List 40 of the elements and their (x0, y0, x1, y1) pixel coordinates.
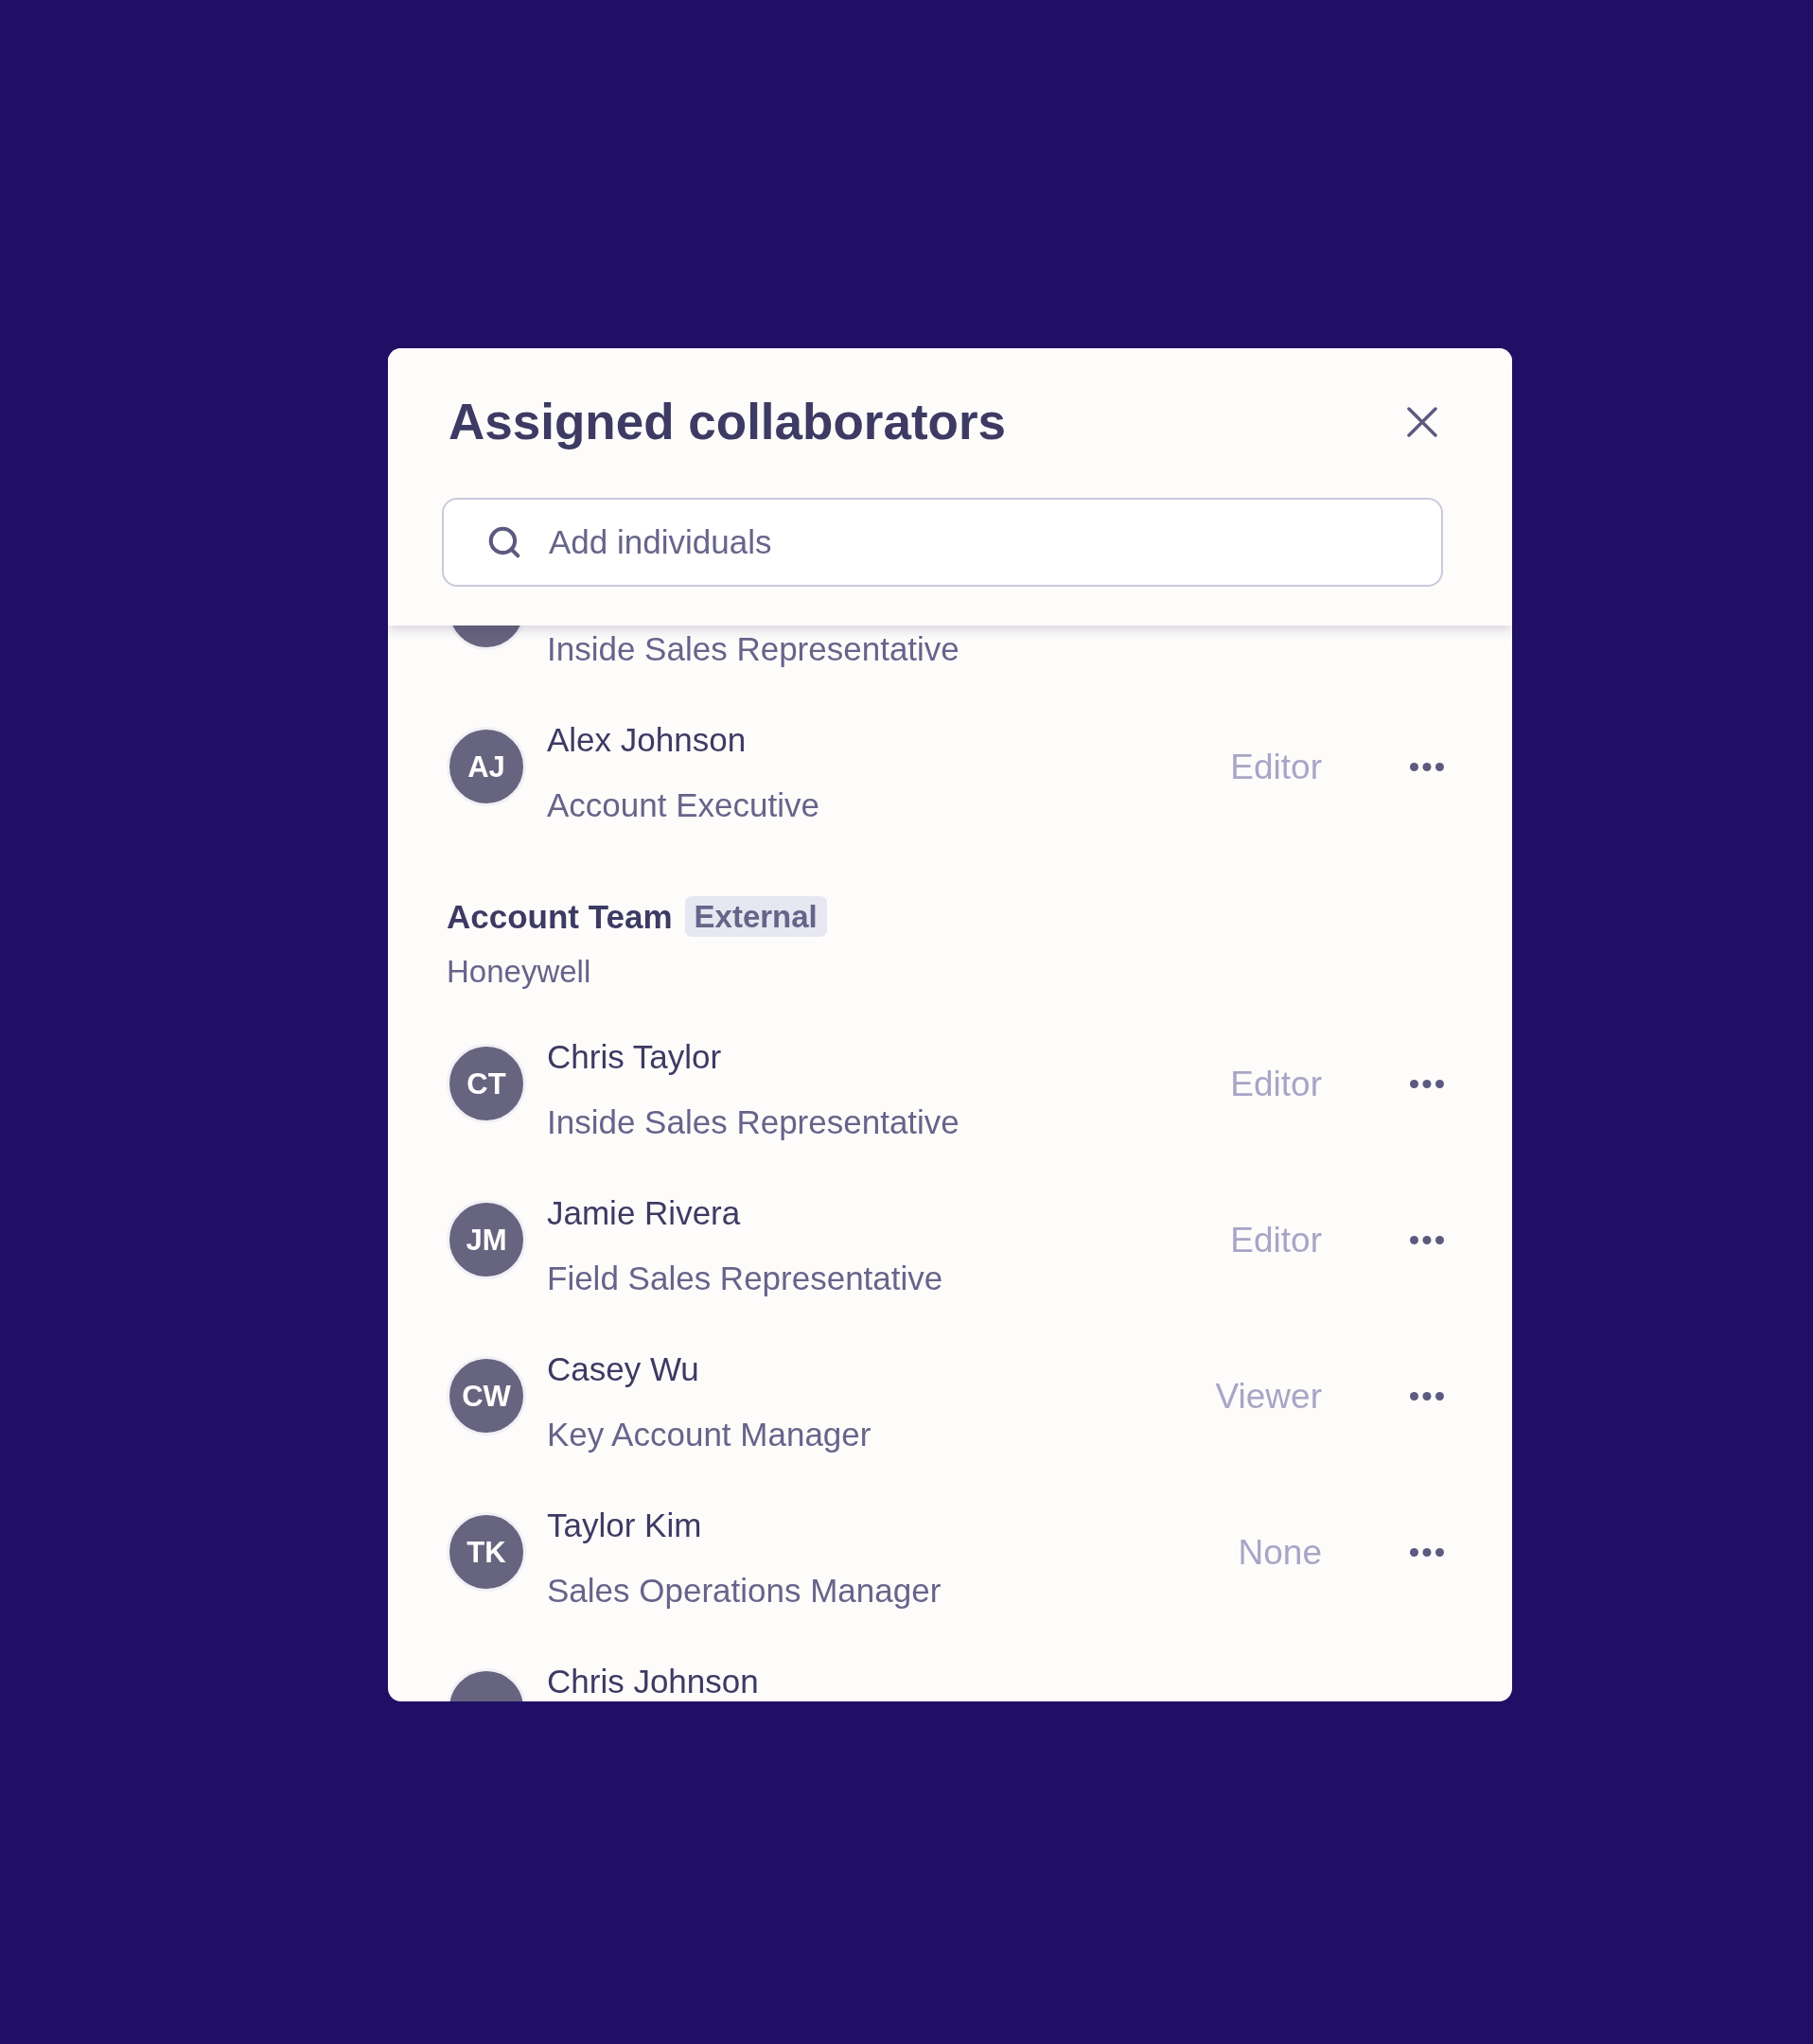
member-name: Alex Johnson (547, 720, 748, 760)
avatar: CW (447, 1356, 526, 1436)
search-icon (486, 524, 522, 560)
group-title: Account Team (447, 897, 673, 937)
access-level: Editor (1230, 1063, 1322, 1105)
avatar: CT (447, 1044, 526, 1123)
job-title: Sales Operations Manager (547, 1571, 942, 1611)
ellipsis-icon (1410, 1392, 1444, 1401)
more-options-button[interactable] (1410, 762, 1444, 772)
access-level: Editor (1230, 746, 1322, 788)
access-level: None (1238, 1531, 1322, 1574)
ellipsis-icon (1410, 1080, 1444, 1088)
ellipsis-icon (1410, 763, 1444, 771)
job-title: Field Sales Representative (547, 1259, 943, 1298)
close-button[interactable] (1407, 407, 1437, 437)
avatar: TK (447, 1512, 526, 1592)
more-options-button[interactable] (1410, 1547, 1444, 1558)
avatar: AJ (447, 727, 526, 806)
search-field[interactable]: Add individuals (442, 498, 1443, 587)
member-name: Jamie Rivera (547, 1193, 742, 1233)
job-title: Account Executive (547, 785, 819, 825)
ellipsis-icon (1410, 1236, 1444, 1244)
member-name: Taylor Kim (547, 1506, 703, 1545)
more-options-button[interactable] (1410, 1235, 1444, 1245)
more-options-button[interactable] (1410, 1079, 1444, 1089)
access-level: Editor (1230, 1219, 1322, 1261)
job-title: Inside Sales Representative (547, 629, 959, 669)
access-level: Viewer (1215, 1375, 1322, 1418)
dialog-title: Assigned collaborators (449, 396, 1007, 449)
job-title: Key Account Manager (547, 1415, 871, 1454)
avatar: JM (447, 1200, 526, 1279)
more-options-button[interactable] (1410, 1391, 1444, 1401)
member-name: Chris Johnson (547, 1662, 759, 1701)
organization-name: Honeywell (447, 953, 591, 991)
member-name: Casey Wu (547, 1349, 700, 1389)
group-tag: External (684, 896, 827, 937)
close-icon (1407, 407, 1437, 437)
member-name: Chris Taylor (547, 1037, 723, 1077)
job-title: Inside Sales Representative (547, 1102, 959, 1142)
ellipsis-icon (1410, 1548, 1444, 1557)
